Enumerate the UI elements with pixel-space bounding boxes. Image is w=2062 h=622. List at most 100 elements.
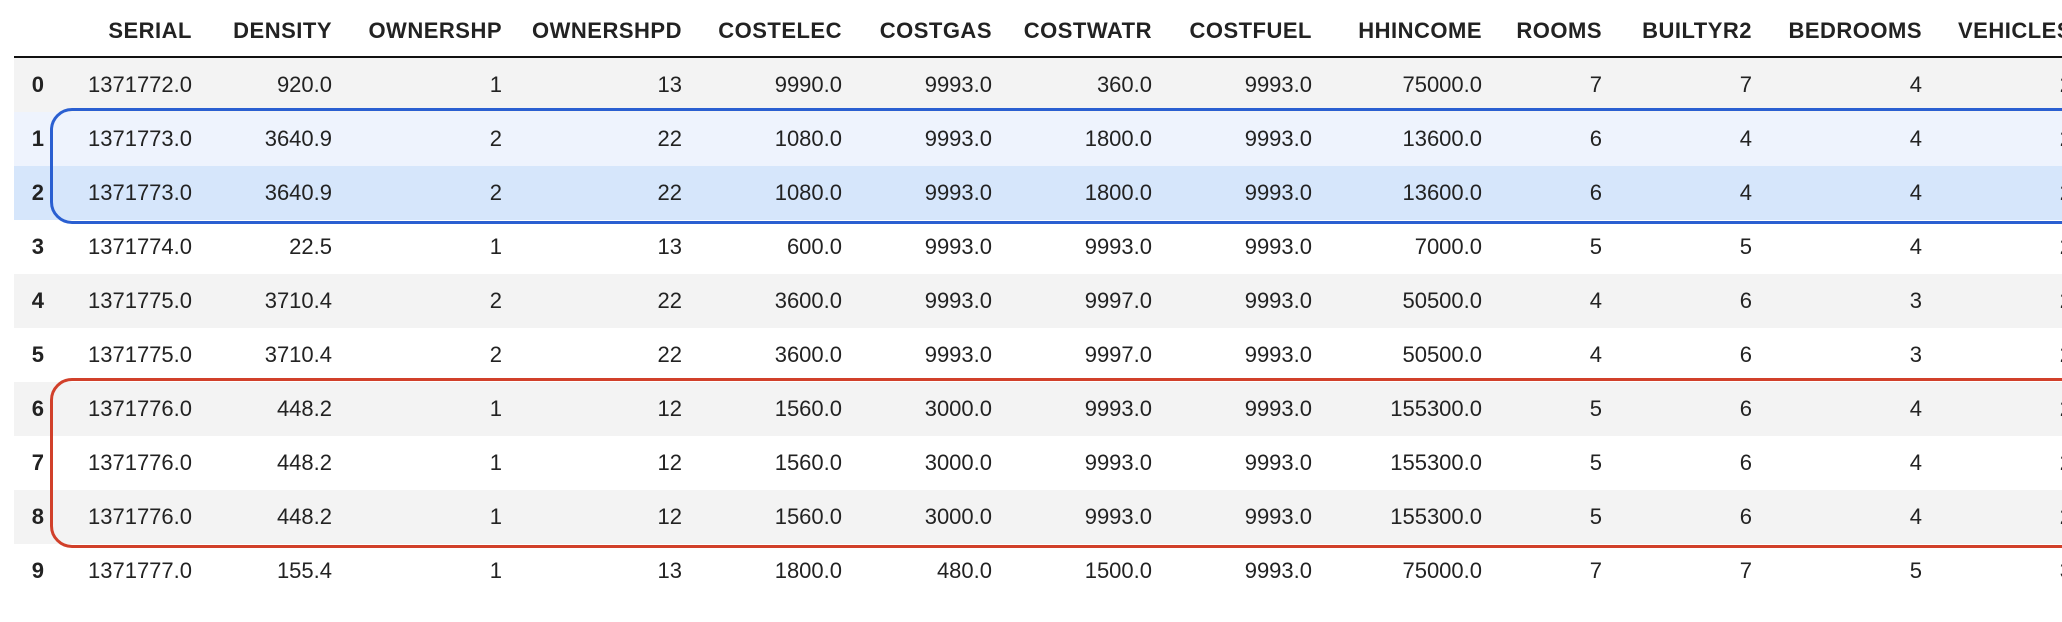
cell: 22 (514, 274, 694, 328)
cell: 50500.0 (1324, 274, 1494, 328)
row-index: 0 (14, 57, 54, 112)
cell: 22.5 (204, 220, 344, 274)
cell: 3600.0 (694, 328, 854, 382)
cell: 7 (1614, 57, 1764, 112)
cell: 1371775.0 (54, 328, 204, 382)
cell: 1080.0 (694, 112, 854, 166)
cell: 3600.0 (694, 274, 854, 328)
cell: 4 (1764, 490, 1934, 544)
cell: 4 (1614, 166, 1764, 220)
row-index: 6 (14, 382, 54, 436)
header-row: SERIAL DENSITY OWNERSHP OWNERSHPD COSTEL… (14, 8, 2062, 57)
cell: 6 (1614, 490, 1764, 544)
cell: 3 (1764, 328, 1934, 382)
cell: 3710.4 (204, 274, 344, 328)
cell: 9993.0 (1164, 544, 1324, 598)
cell: 4 (1494, 274, 1614, 328)
col-serial: SERIAL (54, 8, 204, 57)
cell: 3 (1764, 274, 1934, 328)
table-row: 41371775.03710.42223600.09993.09997.0999… (14, 274, 2062, 328)
cell: 155.4 (204, 544, 344, 598)
cell: 155300.0 (1324, 436, 1494, 490)
cell: 9993.0 (1164, 57, 1324, 112)
cell: 50500.0 (1324, 328, 1494, 382)
cell: 1 (344, 436, 514, 490)
cell: 3710.4 (204, 328, 344, 382)
cell: 5 (1764, 544, 1934, 598)
cell: 1 (344, 490, 514, 544)
cell: 2 (1934, 382, 2062, 436)
cell: 9993.0 (1164, 112, 1324, 166)
table-row: 71371776.0448.21121560.03000.09993.09993… (14, 436, 2062, 490)
table-row: 51371775.03710.42223600.09993.09997.0999… (14, 328, 2062, 382)
cell: 2 (1934, 57, 2062, 112)
cell: 3640.9 (204, 112, 344, 166)
row-index: 4 (14, 274, 54, 328)
cell: 1371776.0 (54, 382, 204, 436)
cell: 9993.0 (854, 112, 1004, 166)
cell: 12 (514, 436, 694, 490)
row-index: 9 (14, 544, 54, 598)
cell: 1371773.0 (54, 166, 204, 220)
cell: 4 (1494, 328, 1614, 382)
cell: 6 (1494, 112, 1614, 166)
cell: 22 (514, 166, 694, 220)
cell: 5 (1614, 220, 1764, 274)
cell: 3 (1934, 544, 2062, 598)
cell: 22 (514, 328, 694, 382)
col-costwatr: COSTWATR (1004, 8, 1164, 57)
table-row: 21371773.03640.92221080.09993.01800.0999… (14, 166, 2062, 220)
cell: 155300.0 (1324, 490, 1494, 544)
cell: 9993.0 (1164, 166, 1324, 220)
cell: 5 (1494, 220, 1614, 274)
cell: 1 (344, 57, 514, 112)
cell: 448.2 (204, 490, 344, 544)
cell: 600.0 (694, 220, 854, 274)
col-index (14, 8, 54, 57)
col-hhincome: HHINCOME (1324, 8, 1494, 57)
col-vehicles: VEHICLES (1934, 8, 2062, 57)
cell: 9993.0 (1164, 382, 1324, 436)
cell: 448.2 (204, 436, 344, 490)
cell: 155300.0 (1324, 382, 1494, 436)
table-row: 01371772.0920.01139990.09993.0360.09993.… (14, 57, 2062, 112)
cell: 9993.0 (854, 220, 1004, 274)
cell: 5 (1494, 490, 1614, 544)
cell: 1500.0 (1004, 544, 1164, 598)
col-costelec: COSTELEC (694, 8, 854, 57)
col-ownershp: OWNERSHP (344, 8, 514, 57)
table-row: 81371776.0448.21121560.03000.09993.09993… (14, 490, 2062, 544)
row-index: 7 (14, 436, 54, 490)
cell: 2 (1934, 436, 2062, 490)
cell: 1 (344, 220, 514, 274)
cell: 6 (1614, 274, 1764, 328)
cell: 4 (1764, 57, 1934, 112)
cell: 2 (344, 166, 514, 220)
cell: 1560.0 (694, 382, 854, 436)
cell: 4 (1764, 382, 1934, 436)
cell: 2 (344, 328, 514, 382)
row-index: 3 (14, 220, 54, 274)
cell: 3640.9 (204, 166, 344, 220)
cell: 2 (1934, 274, 2062, 328)
data-table: SERIAL DENSITY OWNERSHP OWNERSHPD COSTEL… (14, 8, 2062, 598)
cell: 7 (1494, 544, 1614, 598)
cell: 13600.0 (1324, 112, 1494, 166)
col-ownershpd: OWNERSHPD (514, 8, 694, 57)
cell: 9993.0 (1164, 436, 1324, 490)
row-index: 1 (14, 112, 54, 166)
cell: 12 (514, 490, 694, 544)
cell: 4 (1764, 220, 1934, 274)
cell: 6 (1614, 436, 1764, 490)
cell: 2 (1934, 166, 2062, 220)
col-costfuel: COSTFUEL (1164, 8, 1324, 57)
cell: 3000.0 (854, 382, 1004, 436)
cell: 1 (344, 382, 514, 436)
cell: 1371775.0 (54, 274, 204, 328)
cell: 2 (1934, 490, 2062, 544)
cell: 9993.0 (1164, 490, 1324, 544)
cell: 1560.0 (694, 436, 854, 490)
cell: 448.2 (204, 382, 344, 436)
row-index: 8 (14, 490, 54, 544)
cell: 1800.0 (1004, 166, 1164, 220)
